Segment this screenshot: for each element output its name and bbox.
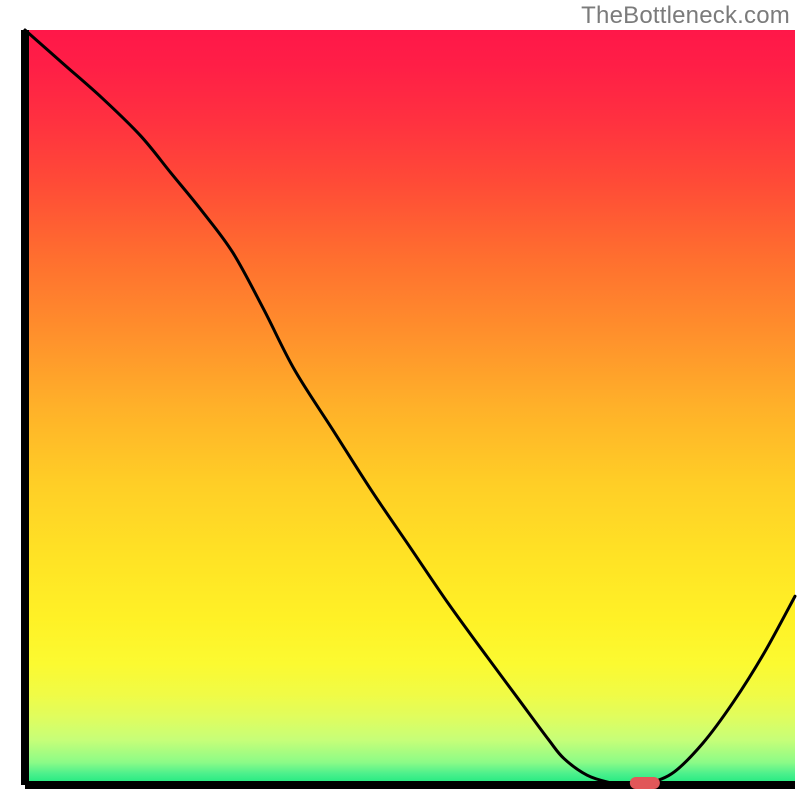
bottleneck-marker bbox=[630, 777, 660, 789]
chart-svg bbox=[0, 0, 800, 800]
chart-frame: TheBottleneck.com bbox=[0, 0, 800, 800]
plot-background bbox=[25, 30, 795, 785]
